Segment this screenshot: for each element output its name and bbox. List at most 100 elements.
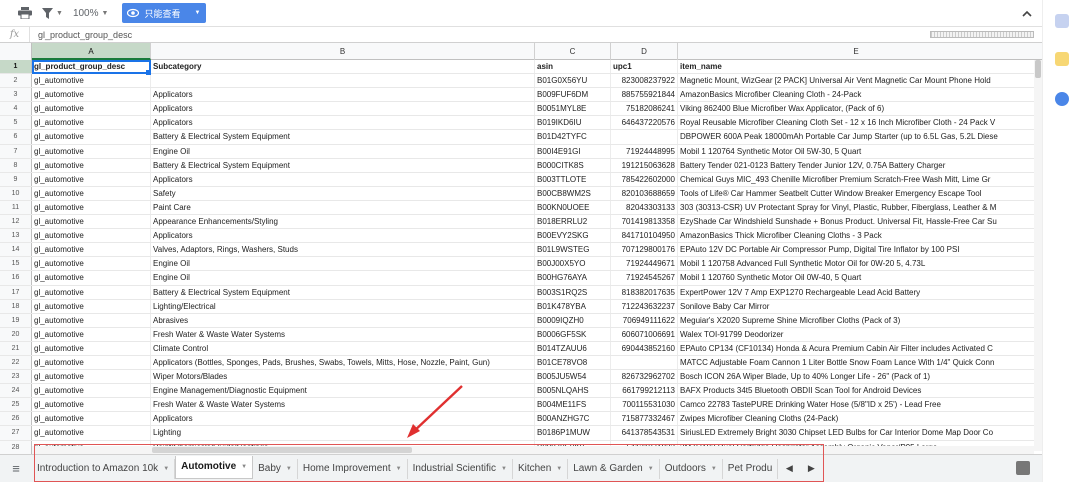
cell-b[interactable]: Battery & Electrical System Equipment bbox=[151, 130, 535, 144]
cell-b[interactable]: Applicators bbox=[151, 412, 535, 426]
cell-a[interactable]: gl_automotive bbox=[32, 172, 151, 186]
cell-b[interactable]: Applicators (Bottles, Sponges, Pads, Bru… bbox=[151, 355, 535, 370]
cell-e[interactable]: 303 (30313-CSR) UV Protectant Spray for … bbox=[678, 201, 1034, 214]
cell-c[interactable]: B00CB8WM2S bbox=[535, 186, 611, 200]
zoom-select[interactable]: 100% ▼ bbox=[73, 8, 109, 19]
cell-d[interactable]: 646437220576 bbox=[611, 116, 678, 130]
vertical-scroll-thumb[interactable] bbox=[1035, 60, 1041, 78]
chevron-down-icon[interactable]: ▼ bbox=[163, 466, 169, 472]
cell-e[interactable]: ExpertPower 12V 7 Amp EXP1270 Rechargeab… bbox=[678, 286, 1034, 299]
cell-e[interactable]: Zwipes Microfiber Cleaning Cloths (24-Pa… bbox=[678, 412, 1034, 425]
cell-c[interactable]: B00I4E91GI bbox=[535, 144, 611, 158]
tasks-icon[interactable] bbox=[1055, 92, 1069, 106]
formula-input[interactable]: gl_product_group_desc bbox=[30, 30, 1042, 40]
cell-e[interactable]: Meguiar's X2020 Supreme Shine Microfiber… bbox=[678, 314, 1034, 327]
cell-a[interactable]: gl_automotive bbox=[32, 327, 151, 341]
row-number[interactable]: 19 bbox=[0, 313, 32, 327]
row-number[interactable]: 16 bbox=[0, 271, 32, 285]
cell-a[interactable]: gl_automotive bbox=[32, 313, 151, 327]
row-number[interactable]: 17 bbox=[0, 285, 32, 299]
cell-b[interactable]: Safety bbox=[151, 186, 535, 200]
cell-c[interactable]: B005NLQAHS bbox=[535, 384, 611, 398]
cell-a[interactable]: gl_automotive bbox=[32, 186, 151, 200]
cell-c[interactable]: B01CE78VO8 bbox=[535, 355, 611, 370]
cell-d[interactable]: 823008237922 bbox=[611, 74, 678, 88]
cell-e[interactable]: AmazonBasics Thick Microfiber Cleaning C… bbox=[678, 229, 1034, 242]
cell-a[interactable]: gl_automotive bbox=[32, 200, 151, 215]
cell-a[interactable]: gl_automotive bbox=[32, 384, 151, 398]
cell-e[interactable]: Battery Tender 021-0123 Battery Tender J… bbox=[678, 159, 1034, 172]
cell-c[interactable]: B019IKD6IU bbox=[535, 116, 611, 130]
sheet-tab[interactable]: Automotive ▼ bbox=[175, 455, 254, 479]
cell-e[interactable]: Mobil 1 120758 Advanced Full Synthetic M… bbox=[678, 257, 1034, 270]
cell-b[interactable]: Paint Care bbox=[151, 200, 535, 215]
row-number[interactable]: 2 bbox=[0, 74, 32, 88]
header-cell-d[interactable]: upc1 bbox=[611, 60, 678, 74]
cell-d[interactable]: 701419813358 bbox=[611, 215, 678, 229]
cell-c[interactable]: B0051MYL8E bbox=[535, 102, 611, 116]
horizontal-scrollbar[interactable] bbox=[32, 446, 1034, 454]
column-header-e[interactable]: E bbox=[678, 43, 1034, 60]
cell-e[interactable]: EzyShade Car Windshield Sunshade + Bonus… bbox=[678, 215, 1034, 228]
row-number[interactable]: 1 bbox=[0, 60, 32, 74]
row-number[interactable]: 11 bbox=[0, 200, 32, 215]
cell-b[interactable]: Applicators bbox=[151, 102, 535, 116]
cell-e[interactable]: MATCC Adjustable Foam Cannon 1 Liter Bot… bbox=[678, 356, 1034, 369]
cell-d[interactable] bbox=[611, 355, 678, 370]
row-number[interactable]: 4 bbox=[0, 102, 32, 116]
sheet-tab[interactable]: Introduction to Amazon 10k ▼ bbox=[32, 458, 176, 479]
filter-button[interactable]: ▼ bbox=[42, 7, 63, 19]
cell-e[interactable]: AmazonBasics Microfiber Cleaning Cloth -… bbox=[678, 88, 1034, 101]
header-cell-b[interactable]: Subcategory bbox=[151, 60, 535, 74]
row-number[interactable]: 21 bbox=[0, 341, 32, 355]
cell-d[interactable]: 820103688659 bbox=[611, 186, 678, 200]
cell-e[interactable]: EPAuto CP134 (CF10134) Honda & Acura Pre… bbox=[678, 342, 1034, 355]
all-sheets-menu-icon[interactable]: ≡ bbox=[0, 461, 32, 476]
scroll-right-icon[interactable]: ▶ bbox=[800, 463, 822, 474]
cell-c[interactable]: B01L9WSTEG bbox=[535, 243, 611, 257]
cell-a[interactable]: gl_automotive bbox=[32, 102, 151, 116]
cell-a[interactable]: gl_automotive bbox=[32, 355, 151, 370]
cell-b[interactable]: Fresh Water & Waste Water Systems bbox=[151, 327, 535, 341]
cell-b[interactable]: Fresh Water & Waste Water Systems bbox=[151, 398, 535, 412]
view-only-button[interactable]: 只能查看 ▼ bbox=[122, 3, 207, 23]
cell-b[interactable] bbox=[151, 74, 535, 88]
cell-e[interactable]: SiriusLED Extremely Bright 3030 Chipset … bbox=[678, 426, 1034, 439]
cell-e[interactable]: Royal Reusable Microfiber Cleaning Cloth… bbox=[678, 116, 1034, 129]
cell-c[interactable]: B0009IQZH0 bbox=[535, 313, 611, 327]
cell-a[interactable]: gl_automotive bbox=[32, 271, 151, 285]
cell-d[interactable]: 841710104950 bbox=[611, 229, 678, 243]
cell-e[interactable]: Walex TOI-91799 Deodorizer bbox=[678, 328, 1034, 341]
cell-e[interactable]: Mobil 1 120760 Synthetic Motor Oil 0W-40… bbox=[678, 271, 1034, 284]
cell-d[interactable]: 82043303133 bbox=[611, 200, 678, 215]
cell-e[interactable]: Sonilove Baby Car Mirror bbox=[678, 300, 1034, 313]
formula-scrollbar[interactable] bbox=[930, 31, 1034, 38]
row-number[interactable]: 25 bbox=[0, 398, 32, 412]
sheet-tab[interactable]: Baby ▼ bbox=[253, 458, 298, 479]
cell-b[interactable]: Engine Management/Diagnostic Equipment bbox=[151, 384, 535, 398]
cell-b[interactable]: Engine Oil bbox=[151, 257, 535, 271]
cell-a[interactable]: gl_automotive bbox=[32, 285, 151, 299]
cell-d[interactable]: 818382017635 bbox=[611, 285, 678, 299]
cell-c[interactable]: B01G0X56YU bbox=[535, 74, 611, 88]
cell-c[interactable]: B00KN0UOEE bbox=[535, 200, 611, 215]
header-cell-e[interactable]: item_name bbox=[678, 60, 1034, 73]
sheet-tab[interactable]: Kitchen ▼ bbox=[513, 458, 569, 479]
cell-b[interactable]: Applicators bbox=[151, 88, 535, 102]
cell-b[interactable]: Climate Control bbox=[151, 341, 535, 355]
cell-e[interactable]: Mobil 1 120764 Synthetic Motor Oil 5W-30… bbox=[678, 145, 1034, 158]
row-number[interactable]: 24 bbox=[0, 384, 32, 398]
cell-c[interactable]: B00ANZHG7C bbox=[535, 412, 611, 426]
cell-d[interactable]: 191215063628 bbox=[611, 158, 678, 172]
row-number[interactable]: 15 bbox=[0, 257, 32, 271]
cell-a[interactable]: gl_automotive bbox=[32, 158, 151, 172]
row-number[interactable]: 26 bbox=[0, 412, 32, 426]
cell-e[interactable]: Magnetic Mount, WizGear [2 PACK] Univers… bbox=[678, 74, 1034, 87]
cell-d[interactable]: 75182086241 bbox=[611, 102, 678, 116]
column-header-c[interactable]: C bbox=[535, 43, 611, 60]
cell-e[interactable]: Camco 22783 TastePURE Drinking Water Hos… bbox=[678, 398, 1034, 411]
cell-e[interactable]: Viking 862400 Blue Microfiber Wax Applic… bbox=[678, 102, 1034, 115]
chevron-down-icon[interactable]: ▼ bbox=[648, 466, 654, 472]
cell-e[interactable]: BAFX Products 34t5 Bluetooth OBDII Scan … bbox=[678, 384, 1034, 397]
row-number[interactable]: 3 bbox=[0, 88, 32, 102]
